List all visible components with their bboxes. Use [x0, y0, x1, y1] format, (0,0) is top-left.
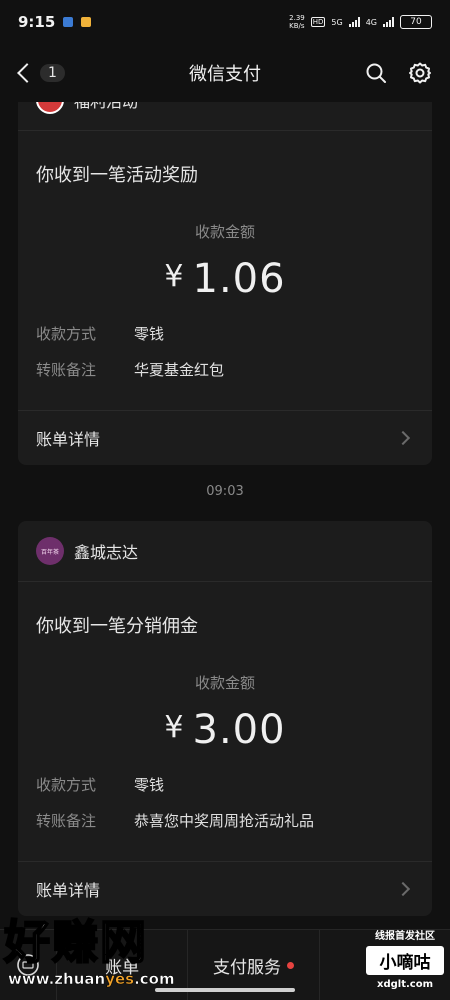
- search-icon[interactable]: [364, 61, 388, 85]
- detail-row-method: 收款方式 零钱: [36, 324, 414, 344]
- gear-icon[interactable]: [408, 61, 432, 85]
- back-icon: [17, 63, 37, 83]
- menu-item-label: 账单: [105, 957, 140, 978]
- merchant-avatar-text: 百年茶: [40, 548, 59, 556]
- amount-value: ¥3.00: [36, 707, 414, 753]
- currency-symbol: ¥: [164, 259, 185, 294]
- chevron-right-icon: [395, 881, 411, 897]
- detail-key: 转账备注: [36, 361, 97, 379]
- card-header: 百年茶 鑫城志达: [18, 521, 432, 582]
- detail-value: 零钱: [134, 325, 165, 343]
- card-body: 你收到一笔活动奖励 收款金额 ¥1.06 收款方式 零钱 转账备注 华夏基金红包: [18, 131, 432, 380]
- network-speed: 2.39 KB/s: [289, 14, 305, 30]
- status-right: 2.39 KB/s HD 5G 4G 70: [289, 14, 432, 30]
- menu-item-shake[interactable]: 摇: [320, 930, 450, 1000]
- amount-label: 收款金额: [194, 223, 255, 241]
- title-bar: 1 微信支付: [0, 44, 450, 102]
- detail-key: 转账备注: [36, 812, 97, 830]
- message-headline: 你收到一笔分销佣金: [36, 616, 198, 637]
- payment-message-card: 百年茶 鑫城志达 你收到一笔分销佣金 收款金额 ¥3.00 收款方式 零钱 转账…: [18, 521, 432, 916]
- merchant-avatar: 百年茶: [36, 537, 64, 565]
- signal-4g-icon: [383, 17, 394, 27]
- notification-app-icon: [63, 17, 74, 27]
- network-speed-value: 2.39: [289, 14, 305, 22]
- status-left: 9:15: [18, 13, 92, 31]
- detail-value: 零钱: [134, 776, 165, 794]
- detail-row-note: 转账备注 恭喜您中奖周周抢活动礼品: [36, 811, 414, 831]
- payment-message-card: 福利活动 你收到一笔活动奖励 收款金额 ¥1.06 收款方式 零钱 转账备注 华…: [18, 70, 432, 465]
- detail-row-method: 收款方式 零钱: [36, 775, 414, 795]
- message-list: 福利活动 你收到一笔活动奖励 收款金额 ¥1.06 收款方式 零钱 转账备注 华…: [0, 70, 450, 1000]
- notification-dot: [286, 961, 294, 969]
- network-5g-label: 5G: [331, 17, 343, 27]
- keyboard-toggle-button[interactable]: [0, 930, 57, 1000]
- chevron-right-icon: [395, 430, 411, 446]
- status-bar: 9:15 2.39 KB/s HD 5G 4G 70: [0, 0, 450, 44]
- amount-label: 收款金额: [194, 674, 255, 692]
- detail-key: 收款方式: [36, 776, 97, 794]
- notification-message-icon: [81, 17, 92, 27]
- network-4g-label: 4G: [365, 17, 377, 27]
- bill-details-row[interactable]: 账单详情: [18, 861, 432, 916]
- home-indicator[interactable]: [155, 988, 295, 992]
- detail-value: 恭喜您中奖周周抢活动礼品: [134, 812, 315, 830]
- amount-number: 3.00: [192, 707, 286, 753]
- merchant-name: 鑫城志达: [74, 543, 139, 562]
- detail-value: 华夏基金红包: [134, 361, 225, 379]
- unread-count-badge: 1: [40, 64, 65, 82]
- network-speed-unit: KB/s: [289, 22, 305, 30]
- back-button[interactable]: 1: [12, 63, 65, 83]
- amount-value: ¥1.06: [36, 256, 414, 302]
- bill-details-label: 账单详情: [36, 430, 101, 449]
- detail-key: 收款方式: [36, 325, 97, 343]
- bill-details-row[interactable]: 账单详情: [18, 410, 432, 465]
- bill-details-label: 账单详情: [36, 881, 101, 900]
- detail-row-note: 转账备注 华夏基金红包: [36, 360, 414, 380]
- message-headline: 你收到一笔活动奖励: [36, 165, 198, 186]
- wechat-pay-screen: 9:15 2.39 KB/s HD 5G 4G 70 1 微信支付 你收到一笔活…: [0, 0, 450, 1000]
- amount-number: 1.06: [192, 256, 286, 302]
- signal-5g-icon: [348, 17, 360, 27]
- battery-icon: 70: [400, 15, 432, 29]
- card-body: 你收到一笔分销佣金 收款金额 ¥3.00 收款方式 零钱 转账备注 恭喜您中奖周…: [18, 582, 432, 831]
- status-time: 9:15: [18, 13, 56, 31]
- title-actions: [364, 61, 438, 85]
- menu-item-label: 支付服务: [212, 957, 281, 978]
- currency-symbol: ¥: [164, 710, 185, 745]
- menu-item-label: 摇: [376, 957, 394, 978]
- hd-badge: HD: [310, 17, 326, 27]
- message-timestamp: 09:03: [206, 484, 244, 499]
- keyboard-icon: [17, 954, 39, 976]
